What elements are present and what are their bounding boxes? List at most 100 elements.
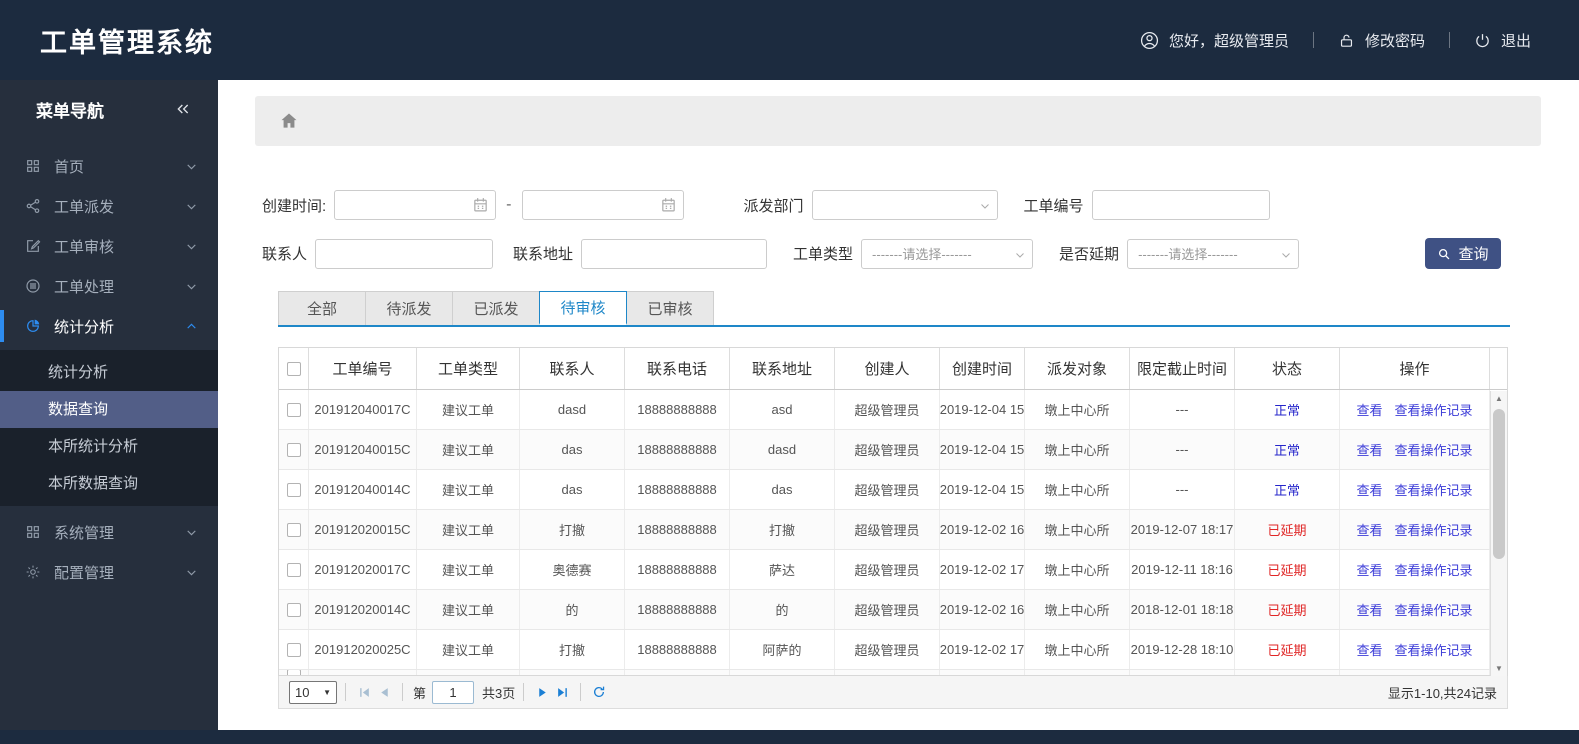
sidebar-item-statistics[interactable]: 统计分析 <box>0 306 218 346</box>
cell-type: 建议工单 <box>417 430 520 469</box>
refresh-button[interactable] <box>589 682 609 702</box>
calendar-icon[interactable] <box>660 196 677 213</box>
address-input[interactable] <box>581 238 768 269</box>
chevron-down-icon <box>185 280 198 293</box>
cell-contact: das <box>520 470 625 509</box>
first-page-button[interactable] <box>354 682 374 702</box>
row-checkbox-cell <box>279 670 309 675</box>
submenu-item-local-statistics[interactable]: 本所统计分析 <box>0 428 218 465</box>
tab-reviewed[interactable]: 已审核 <box>626 291 714 325</box>
logout-button[interactable]: 退出 <box>1474 30 1531 51</box>
prev-page-button[interactable] <box>374 682 394 702</box>
column-header: 联系电话 <box>625 348 730 389</box>
calendar-icon[interactable] <box>472 196 489 213</box>
depart-select[interactable] <box>811 190 998 220</box>
user-greeting: 您好，超级管理员 <box>1140 30 1289 51</box>
sidebar-item-process[interactable]: 工单处理 <box>0 266 218 306</box>
row-checkbox[interactable] <box>286 562 301 577</box>
cell-phone: 18888888888 <box>625 590 730 629</box>
tab-all[interactable]: 全部 <box>278 291 366 325</box>
view-log-link[interactable]: 查看操作记录 <box>1395 440 1473 459</box>
grid-icon <box>24 158 42 174</box>
filter-row-1: 创建时间: - 派发部门 工单编号 <box>262 190 1501 220</box>
header-scroll-filler <box>1490 348 1507 389</box>
app-title: 工单管理系统 <box>40 27 214 58</box>
cell-empty <box>1025 670 1130 675</box>
row-checkbox[interactable] <box>286 482 301 497</box>
status-tabs: 全部 待派发 已派发 待审核 已审核 <box>278 291 1510 327</box>
home-icon[interactable] <box>279 111 299 131</box>
type-label: 工单类型 <box>793 246 854 263</box>
table-header-row: 工单编号 工单类型 联系人 联系电话 联系地址 创建人 创建时间 派发对象 限定截止时间 状态 操作 <box>279 348 1507 390</box>
address-label: 联系地址 <box>513 246 574 263</box>
last-page-button[interactable] <box>552 682 572 702</box>
view-link[interactable]: 查看 <box>1356 600 1382 619</box>
scroll-down-icon[interactable]: ▼ <box>1491 661 1507 676</box>
header-separator <box>1312 32 1314 48</box>
tab-to-dispatch[interactable]: 待派发 <box>365 291 453 325</box>
cell-empty <box>520 670 625 675</box>
sidebar-item-label: 系统管理 <box>54 524 115 542</box>
order-no-input[interactable] <box>1091 190 1270 220</box>
row-checkbox[interactable] <box>286 402 301 417</box>
sidebar-item-home[interactable]: 首页 <box>0 146 218 186</box>
view-link[interactable]: 查看 <box>1356 400 1382 419</box>
sidebar-item-dispatch[interactable]: 工单派发 <box>0 186 218 226</box>
row-checkbox[interactable] <box>286 642 301 657</box>
view-link[interactable]: 查看 <box>1356 440 1382 459</box>
column-header: 限定截止时间 <box>1130 348 1235 389</box>
column-header: 联系地址 <box>730 348 835 389</box>
chevron-down-icon <box>185 160 198 173</box>
next-page-button[interactable] <box>532 682 552 702</box>
tab-dispatched[interactable]: 已派发 <box>452 291 540 325</box>
view-link[interactable]: 查看 <box>1356 520 1382 539</box>
cell-address: 萨达 <box>730 550 835 589</box>
type-select[interactable]: -------请选择------- <box>861 238 1034 269</box>
collapse-sidebar-icon[interactable] <box>174 101 192 117</box>
row-checkbox[interactable] <box>286 442 301 457</box>
cell-type: 建议工单 <box>417 550 520 589</box>
submenu-item-local-data-query[interactable]: 本所数据查询 <box>0 465 218 502</box>
sidebar-item-label: 统计分析 <box>54 318 115 336</box>
view-log-link[interactable]: 查看操作记录 <box>1395 640 1473 659</box>
create-time-start-input[interactable] <box>334 190 497 220</box>
search-button[interactable]: 查询 <box>1425 238 1501 269</box>
sidebar-item-config[interactable]: 配置管理 <box>0 552 218 592</box>
view-log-link[interactable]: 查看操作记录 <box>1395 560 1473 579</box>
delay-select[interactable]: -------请选择------- <box>1127 238 1300 269</box>
sidebar-item-review[interactable]: 工单审核 <box>0 226 218 266</box>
cell-creator: 超级管理员 <box>835 390 940 429</box>
view-link[interactable]: 查看 <box>1356 480 1382 499</box>
view-link[interactable]: 查看 <box>1356 560 1382 579</box>
cell-created: 2019-12-04 15 <box>940 470 1025 509</box>
scrollbar-thumb[interactable] <box>1493 409 1505 559</box>
view-log-link[interactable]: 查看操作记录 <box>1395 400 1473 419</box>
row-checkbox[interactable] <box>286 670 301 675</box>
contact-input[interactable] <box>315 238 494 269</box>
tab-to-review[interactable]: 待审核 <box>539 291 627 325</box>
select-all-checkbox[interactable] <box>286 361 301 376</box>
cell-actions: 查看 查看操作记录 <box>1340 470 1490 509</box>
submenu-item-statistics[interactable]: 统计分析 <box>0 354 218 391</box>
cell-deadline: 2019-12-28 18:10 <box>1130 630 1235 669</box>
cell-empty <box>835 670 940 675</box>
chevron-down-icon <box>185 240 198 253</box>
table-scrollbar[interactable]: ▲ ▼ <box>1490 391 1507 676</box>
scroll-up-icon[interactable]: ▲ <box>1491 391 1507 406</box>
page-number-input[interactable] <box>432 680 475 704</box>
cell-type: 建议工单 <box>417 590 520 629</box>
sidebar-item-system[interactable]: 系统管理 <box>0 512 218 552</box>
sidebar-item-label: 工单处理 <box>54 278 115 296</box>
change-password-button[interactable]: 修改密码 <box>1338 30 1425 51</box>
view-link[interactable]: 查看 <box>1356 640 1382 659</box>
cell-empty <box>417 670 520 675</box>
row-checkbox[interactable] <box>286 602 301 617</box>
submenu-item-data-query[interactable]: 数据查询 <box>0 391 218 428</box>
view-log-link[interactable]: 查看操作记录 <box>1395 480 1473 499</box>
create-time-end-input[interactable] <box>521 190 684 220</box>
cell-address: 的 <box>730 590 835 629</box>
row-checkbox[interactable] <box>286 522 301 537</box>
view-log-link[interactable]: 查看操作记录 <box>1395 520 1473 539</box>
view-log-link[interactable]: 查看操作记录 <box>1395 600 1473 619</box>
page-size-select[interactable]: 10 ▼ <box>289 680 337 704</box>
